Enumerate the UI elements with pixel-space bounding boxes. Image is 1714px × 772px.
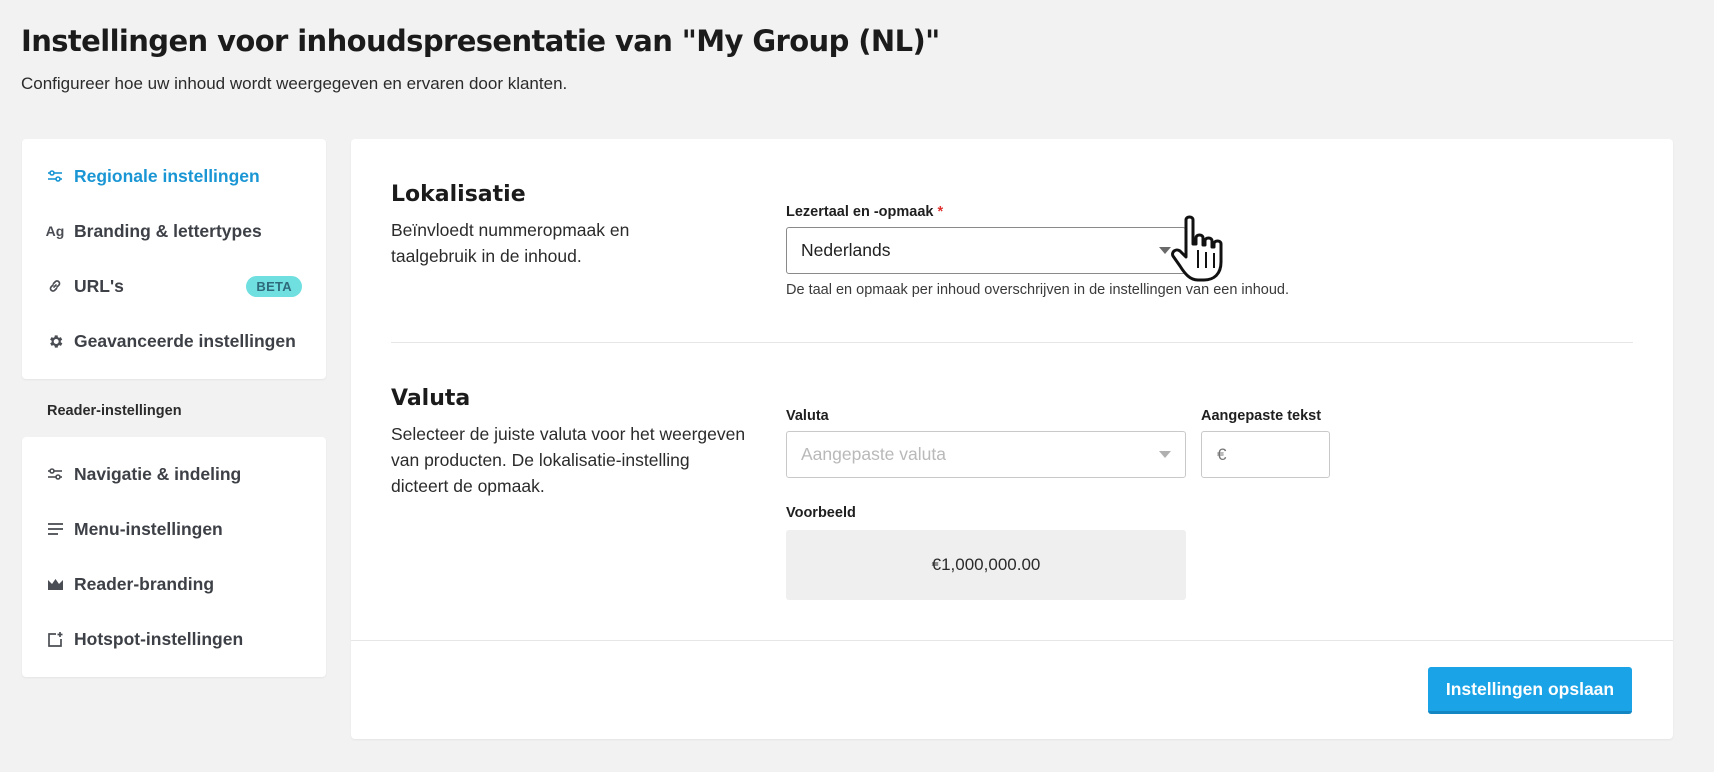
custom-text-input[interactable] bbox=[1201, 431, 1330, 478]
section-divider bbox=[391, 342, 1633, 343]
chevron-down-icon bbox=[1159, 451, 1171, 458]
hotspot-add-icon bbox=[46, 630, 64, 648]
save-settings-button[interactable]: Instellingen opslaan bbox=[1428, 667, 1632, 714]
hand-cursor-icon bbox=[1171, 215, 1223, 282]
localization-description: Beïnvloedt nummeropmaak en taalgebruik i… bbox=[391, 220, 630, 266]
sidebar-item-label: Reader-branding bbox=[74, 573, 215, 594]
custom-text-label: Aangepaste tekst bbox=[1201, 408, 1322, 424]
sidebar-item-regional-settings[interactable]: Regionale instellingen bbox=[46, 161, 302, 191]
footer-divider bbox=[351, 640, 1673, 641]
sidebar-item-navigation-layout[interactable]: Navigatie & indeling bbox=[46, 459, 302, 489]
reader-language-select[interactable]: Nederlands bbox=[786, 227, 1186, 274]
sliders-icon bbox=[46, 465, 64, 483]
sidebar-item-advanced-settings[interactable]: Geavanceerde instellingen bbox=[46, 326, 302, 356]
sidebar-item-menu-settings[interactable]: Menu-instellingen bbox=[46, 514, 302, 544]
sidebar-item-label: Hotspot-instellingen bbox=[74, 628, 244, 649]
sidebar-section-label: Reader-instellingen bbox=[47, 403, 182, 419]
sidebar-item-label: Navigatie & indeling bbox=[74, 463, 242, 484]
link-icon bbox=[46, 277, 64, 295]
reader-language-hint: De taal en opmaak per inhoud overschrijv… bbox=[786, 282, 1289, 298]
page-title: Instellingen voor inhoudspresentatie van… bbox=[21, 24, 940, 58]
typography-icon: Ag bbox=[45, 223, 65, 239]
sidebar-item-label: Regionale instellingen bbox=[74, 165, 260, 186]
gear-icon bbox=[46, 332, 64, 350]
preview-label: Voorbeeld bbox=[786, 505, 856, 521]
sidebar-item-label: URL's bbox=[74, 275, 124, 296]
required-mark: * bbox=[937, 204, 944, 220]
sidebar-settings-card: Regionale instellingen Ag Branding & let… bbox=[22, 139, 326, 379]
currency-select[interactable]: Aangepaste valuta bbox=[786, 431, 1186, 478]
sidebar-reader-card: Navigatie & indeling Menu-instellingen R… bbox=[22, 437, 326, 677]
currency-description: Selecteer de juiste valuta voor het weer… bbox=[391, 424, 746, 496]
currency-preview: €1,000,000.00 bbox=[786, 530, 1186, 600]
currency-placeholder: Aangepaste valuta bbox=[801, 444, 946, 464]
sidebar-item-label: Branding & lettertypes bbox=[74, 220, 262, 241]
preview-value: €1,000,000.00 bbox=[931, 555, 1041, 574]
sidebar-item-hotspot-settings[interactable]: Hotspot-instellingen bbox=[46, 624, 302, 654]
page-subtitle: Configureer hoe uw inhoud wordt weergege… bbox=[21, 74, 568, 93]
beta-badge: BETA bbox=[246, 275, 302, 297]
localization-title: Lokalisatie bbox=[391, 182, 526, 207]
reader-language-value: Nederlands bbox=[801, 240, 891, 260]
currency-label: Valuta bbox=[786, 408, 829, 424]
sidebar-item-branding-fonts[interactable]: Ag Branding & lettertypes bbox=[46, 216, 302, 246]
settings-main-card: Lokalisatie Beïnvloedt nummeropmaak en t… bbox=[351, 139, 1673, 739]
sidebar-item-reader-branding[interactable]: Reader-branding bbox=[46, 569, 302, 599]
reader-language-label: Lezertaal en -opmaak * bbox=[786, 204, 944, 220]
crown-icon bbox=[46, 575, 64, 593]
sidebar-item-urls[interactable]: URL's BETA bbox=[46, 271, 302, 301]
menu-lines-icon bbox=[46, 520, 64, 538]
currency-title: Valuta bbox=[391, 386, 471, 411]
sidebar-item-label: Geavanceerde instellingen bbox=[74, 330, 296, 351]
sidebar-item-label: Menu-instellingen bbox=[74, 518, 223, 539]
sliders-icon bbox=[46, 167, 64, 185]
